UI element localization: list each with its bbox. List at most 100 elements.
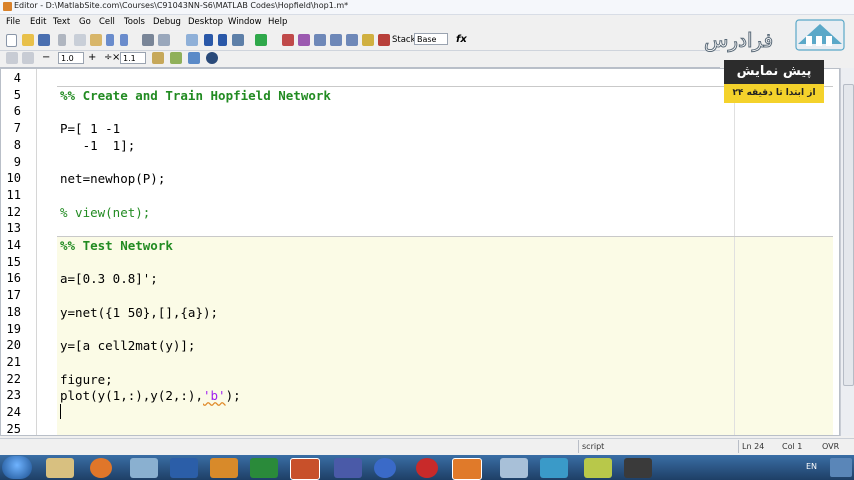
step-in-icon[interactable] bbox=[330, 34, 342, 46]
line-status: Ln 24 bbox=[742, 442, 765, 451]
code-line: a=[0.3 0.8]'; bbox=[60, 271, 158, 287]
line-number: 8 bbox=[13, 137, 21, 152]
active-cell-highlight bbox=[57, 237, 833, 435]
code-line: %% Test Network bbox=[60, 238, 173, 253]
menu-tools[interactable]: Tools bbox=[124, 17, 145, 27]
menu-file[interactable]: File bbox=[6, 17, 20, 27]
start-button-icon[interactable] bbox=[2, 456, 32, 479]
evaluate-file-icon[interactable] bbox=[188, 52, 200, 64]
line-number: 24 bbox=[6, 405, 21, 419]
line-number: 11 bbox=[6, 187, 21, 202]
line-number: 19 bbox=[6, 321, 21, 336]
copy-icon[interactable] bbox=[74, 34, 86, 46]
print-icon[interactable] bbox=[142, 34, 154, 46]
cell-mode-icon[interactable] bbox=[6, 52, 18, 64]
set-breakpoint-icon[interactable] bbox=[282, 34, 294, 46]
code-fragment: plot(y(1,:),y(2,:), bbox=[60, 388, 203, 404]
matlab-taskbar-icon[interactable] bbox=[452, 458, 482, 480]
notepad-icon[interactable] bbox=[130, 458, 158, 478]
explorer-icon[interactable] bbox=[46, 458, 74, 478]
code-line: P=[ 1 -1 bbox=[60, 121, 121, 137]
windows-taskbar: EN bbox=[0, 455, 854, 480]
paste-icon[interactable] bbox=[90, 34, 102, 46]
window-title: Editor - D:\MatlabSite.com\Courses\C9104… bbox=[14, 1, 349, 10]
app-icon-2[interactable] bbox=[540, 458, 568, 478]
outlook-icon[interactable] bbox=[210, 458, 238, 478]
find-icon[interactable] bbox=[158, 34, 170, 46]
function-hints-fx-icon[interactable]: fx bbox=[456, 34, 467, 45]
word-icon[interactable] bbox=[170, 458, 198, 478]
visio-icon[interactable] bbox=[334, 458, 362, 478]
increment-button[interactable]: + bbox=[88, 52, 96, 63]
line-number: 4 bbox=[13, 71, 21, 85]
continue-icon[interactable] bbox=[362, 34, 374, 46]
menu-cell[interactable]: Cell bbox=[99, 17, 115, 27]
faradars-logo: فرادرس bbox=[700, 14, 850, 58]
line-number: 17 bbox=[6, 288, 21, 303]
excel-icon[interactable] bbox=[250, 458, 278, 478]
string-literal: 'b' bbox=[203, 388, 226, 404]
line-number: 16 bbox=[6, 271, 21, 286]
menu-help[interactable]: Help bbox=[268, 17, 287, 27]
show-desktop-icon[interactable] bbox=[830, 458, 852, 477]
decrement-button[interactable]: − bbox=[42, 52, 50, 63]
save-icon[interactable] bbox=[38, 34, 50, 46]
status-bar: script Ln 24 Col 1 OVR bbox=[0, 438, 854, 455]
clear-breakpoints-icon[interactable] bbox=[298, 34, 310, 46]
increment-value-field[interactable]: 1.0 bbox=[58, 52, 84, 64]
new-file-icon[interactable] bbox=[6, 34, 17, 47]
scrollbar-thumb[interactable] bbox=[843, 84, 854, 386]
line-number: 14 bbox=[6, 238, 21, 252]
language-indicator[interactable]: EN bbox=[806, 462, 817, 471]
logo-text: فرادرس bbox=[703, 28, 774, 53]
code-line: y=[a cell2mat(y)]; bbox=[60, 338, 196, 354]
menu-edit[interactable]: Edit bbox=[30, 17, 46, 27]
menu-window[interactable]: Window bbox=[228, 17, 262, 27]
firefox-icon[interactable] bbox=[90, 458, 112, 478]
stack-select[interactable]: Base bbox=[414, 33, 448, 45]
code-line: y=net({1 50},[],{a}); bbox=[60, 304, 219, 320]
menu-debug[interactable]: Debug bbox=[153, 17, 181, 27]
star-app-icon[interactable] bbox=[416, 458, 438, 478]
menu-text[interactable]: Text bbox=[53, 17, 70, 27]
code-line: -1 1]; bbox=[60, 137, 136, 153]
cell-split-icon[interactable] bbox=[22, 52, 34, 64]
code-editor[interactable]: 4 5 %% Create and Train Hopfield Network 6 7… bbox=[0, 68, 840, 436]
step-icon[interactable] bbox=[314, 34, 326, 46]
infinity-app-icon[interactable] bbox=[374, 458, 396, 478]
menu-desktop[interactable]: Desktop bbox=[188, 17, 223, 27]
overwrite-status: OVR bbox=[822, 442, 840, 451]
run-icon[interactable] bbox=[255, 34, 267, 46]
app-icon-3[interactable] bbox=[584, 458, 612, 478]
function-browser-icon[interactable] bbox=[232, 34, 244, 46]
back-icon[interactable] bbox=[204, 34, 213, 46]
powerpoint-icon[interactable] bbox=[290, 458, 320, 480]
step-out-icon[interactable] bbox=[346, 34, 358, 46]
line-number: 22 bbox=[6, 371, 21, 386]
line-number: 13 bbox=[6, 221, 21, 236]
exit-debug-icon[interactable] bbox=[378, 34, 390, 46]
preview-title: پیش نمایش bbox=[724, 60, 824, 84]
open-folder-icon[interactable] bbox=[22, 34, 34, 46]
help-icon[interactable] bbox=[206, 52, 218, 64]
line-number: 9 bbox=[13, 154, 21, 169]
go-to-icon[interactable] bbox=[186, 34, 198, 46]
code-line: %% Create and Train Hopfield Network bbox=[60, 87, 331, 103]
title-bar: Editor - D:\MatlabSite.com\Courses\C9104… bbox=[0, 0, 854, 15]
app-icon[interactable] bbox=[500, 458, 528, 478]
cut-icon[interactable] bbox=[58, 34, 66, 46]
multiply-value-field[interactable]: 1.1 bbox=[120, 52, 146, 64]
main-toolbar: Stack: Base fx bbox=[0, 31, 720, 51]
line-number: 7 bbox=[13, 121, 21, 136]
undo-icon[interactable] bbox=[106, 34, 114, 46]
forward-icon[interactable] bbox=[218, 34, 227, 46]
redo-icon[interactable] bbox=[120, 34, 128, 46]
camera-app-icon[interactable] bbox=[624, 458, 652, 478]
line-number: 5 bbox=[13, 87, 21, 102]
line-number: 6 bbox=[13, 104, 21, 119]
evaluate-cell-icon[interactable] bbox=[152, 52, 164, 64]
menu-go[interactable]: Go bbox=[79, 17, 91, 27]
evaluate-advance-icon[interactable] bbox=[170, 52, 182, 64]
vertical-scrollbar[interactable] bbox=[840, 68, 854, 436]
line-number: 21 bbox=[6, 354, 21, 369]
